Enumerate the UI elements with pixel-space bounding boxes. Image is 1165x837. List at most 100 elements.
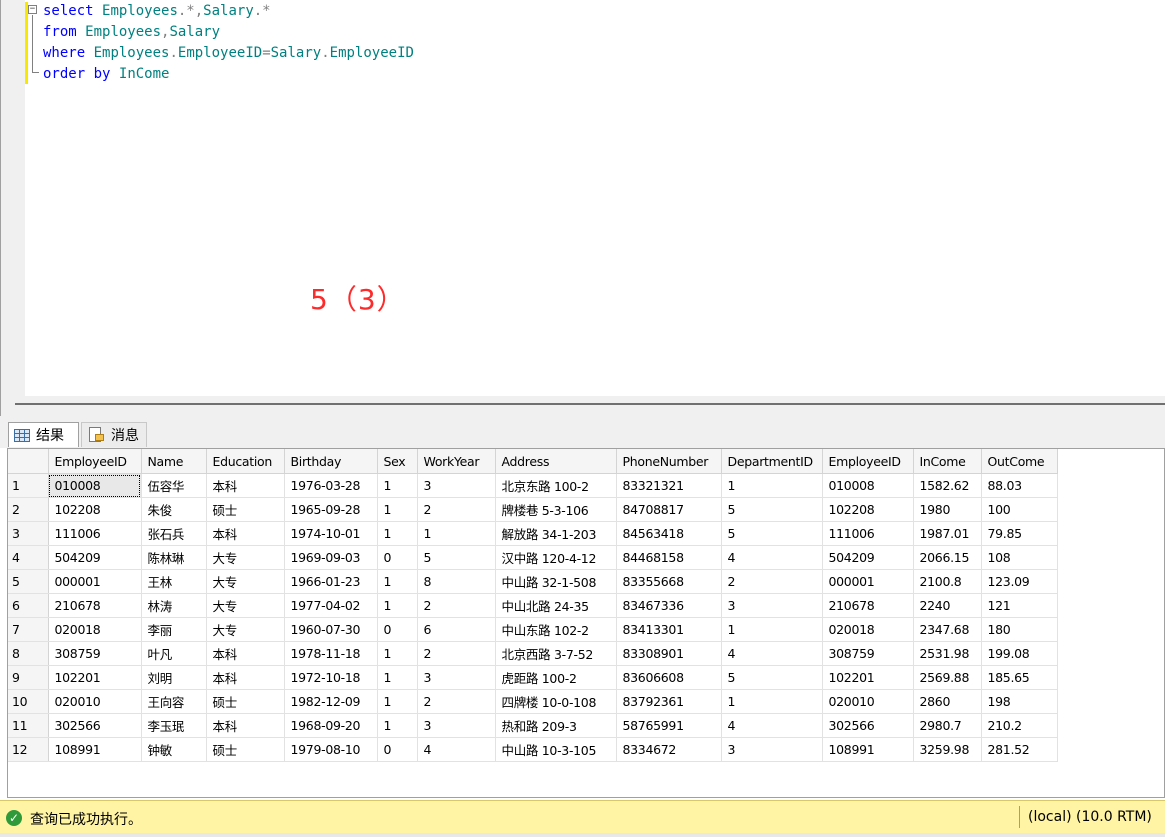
code-line[interactable]: from Employees,Salary [43, 22, 414, 43]
table-cell[interactable]: 308759 [822, 641, 914, 666]
table-row[interactable]: 3 111006 张石兵 本科 1974-10-01 1 1 解放路 34-1-203 8456… [8, 521, 1058, 546]
table-cell[interactable]: 牌楼巷 5-3-106 [495, 497, 617, 522]
table-cell[interactable]: 钟敏 [141, 737, 207, 762]
column-header[interactable]: PhoneNumber [616, 449, 722, 474]
table-cell[interactable]: 1 [377, 473, 418, 498]
table-cell[interactable]: 302566 [822, 713, 914, 738]
table-cell[interactable]: 84468158 [616, 545, 722, 570]
table-cell[interactable]: 111006 [822, 521, 914, 546]
table-cell[interactable]: 虎距路 100-2 [495, 665, 617, 690]
row-number[interactable]: 9 [8, 665, 49, 690]
table-cell[interactable]: 2569.88 [913, 665, 982, 690]
table-cell[interactable]: 1 [721, 473, 823, 498]
column-header[interactable]: OutCome [981, 449, 1058, 474]
table-cell[interactable]: 5 [721, 521, 823, 546]
table-cell[interactable]: 林涛 [141, 593, 207, 618]
query-editor[interactable]: − select Employees.*,Salary.* from Employ… [0, 0, 1165, 404]
table-cell[interactable]: 1972-10-18 [284, 665, 378, 690]
table-cell[interactable]: 李丽 [141, 617, 207, 642]
code-line[interactable]: select Employees.*,Salary.* [43, 1, 414, 22]
table-cell[interactable]: 3 [417, 473, 496, 498]
row-number[interactable]: 11 [8, 713, 49, 738]
table-cell[interactable]: 汉中路 120-4-12 [495, 545, 617, 570]
table-row[interactable]: 10 020010 王向容 硕士 1982-12-09 1 2 四牌楼 10-0-108 837… [8, 689, 1058, 714]
table-cell[interactable]: 83355668 [616, 569, 722, 594]
table-cell[interactable]: 中山北路 24-35 [495, 593, 617, 618]
table-cell[interactable]: 1969-09-03 [284, 545, 378, 570]
table-cell[interactable]: 2980.7 [913, 713, 982, 738]
column-header[interactable]: Name [141, 449, 207, 474]
tab-results[interactable]: 结果 [8, 422, 79, 447]
table-row[interactable]: 7 020018 李丽 大专 1960-07-30 0 6 中山东路 102-2 8341330… [8, 617, 1058, 642]
table-cell[interactable]: 185.65 [981, 665, 1058, 690]
table-cell[interactable]: 4 [721, 545, 823, 570]
table-cell[interactable]: 102201 [48, 665, 142, 690]
table-cell[interactable]: 1966-01-23 [284, 569, 378, 594]
row-number[interactable]: 1 [8, 473, 49, 498]
table-cell[interactable]: 0 [377, 617, 418, 642]
table-cell[interactable]: 1 [377, 641, 418, 666]
table-cell[interactable]: 1978-11-18 [284, 641, 378, 666]
table-cell[interactable]: 本科 [206, 713, 285, 738]
row-number[interactable]: 6 [8, 593, 49, 618]
table-cell[interactable]: 张石兵 [141, 521, 207, 546]
table-cell[interactable]: 79.85 [981, 521, 1058, 546]
row-number[interactable]: 10 [8, 689, 49, 714]
table-cell[interactable]: 83606608 [616, 665, 722, 690]
table-cell[interactable]: 中山路 10-3-105 [495, 737, 617, 762]
table-row[interactable]: 11 302566 李玉珉 本科 1968-09-20 1 3 热和路 209-3 587659… [8, 713, 1058, 738]
table-cell[interactable]: 1 [377, 713, 418, 738]
table-cell[interactable]: 020010 [822, 689, 914, 714]
table-cell[interactable]: 5 [417, 545, 496, 570]
table-cell[interactable]: 硕士 [206, 497, 285, 522]
table-cell[interactable]: 四牌楼 10-0-108 [495, 689, 617, 714]
table-cell[interactable]: 2 [721, 569, 823, 594]
row-number[interactable]: 12 [8, 737, 49, 762]
table-cell[interactable]: 1 [721, 689, 823, 714]
table-row[interactable]: 1 010008 伍容华 本科 1976-03-28 1 3 北京东路 100-2 833213… [8, 473, 1058, 498]
table-row[interactable]: 2 102208 朱俊 硕士 1965-09-28 1 2 牌楼巷 5-3-106 847088… [8, 497, 1058, 522]
table-cell[interactable]: 陈林琳 [141, 545, 207, 570]
table-cell[interactable]: 281.52 [981, 737, 1058, 762]
table-cell[interactable]: 111006 [48, 521, 142, 546]
table-cell[interactable]: 1968-09-20 [284, 713, 378, 738]
table-cell[interactable]: 83792361 [616, 689, 722, 714]
table-cell[interactable]: 020018 [48, 617, 142, 642]
table-cell[interactable]: 北京东路 100-2 [495, 473, 617, 498]
column-header[interactable]: Sex [377, 449, 418, 474]
table-cell[interactable]: 硕士 [206, 689, 285, 714]
table-cell[interactable]: 1 [377, 593, 418, 618]
table-cell[interactable]: 2100.8 [913, 569, 982, 594]
table-cell[interactable]: 大专 [206, 593, 285, 618]
tab-messages[interactable]: 消息 [81, 422, 147, 447]
table-cell[interactable]: 108991 [822, 737, 914, 762]
table-cell[interactable]: 1582.62 [913, 473, 982, 498]
table-row[interactable]: 5 000001 王林 大专 1966-01-23 1 8 中山路 32-1-508 83355… [8, 569, 1058, 594]
table-cell[interactable]: 热和路 209-3 [495, 713, 617, 738]
table-cell[interactable]: 123.09 [981, 569, 1058, 594]
table-cell[interactable]: 4 [417, 737, 496, 762]
pane-splitter[interactable] [0, 396, 1165, 416]
table-cell[interactable]: 本科 [206, 473, 285, 498]
table-cell[interactable]: 210.2 [981, 713, 1058, 738]
table-cell[interactable]: 1 [377, 497, 418, 522]
table-cell[interactable]: 2860 [913, 689, 982, 714]
column-header[interactable]: EmployeeID [822, 449, 914, 474]
table-cell[interactable]: 010008 [822, 473, 914, 498]
table-cell[interactable]: 本科 [206, 641, 285, 666]
row-number[interactable]: 5 [8, 569, 49, 594]
column-header[interactable]: DepartmentID [721, 449, 823, 474]
table-cell[interactable]: 1987.01 [913, 521, 982, 546]
row-number[interactable]: 3 [8, 521, 49, 546]
column-header[interactable]: Birthday [284, 449, 378, 474]
table-cell[interactable]: 58765991 [616, 713, 722, 738]
table-cell[interactable]: 朱俊 [141, 497, 207, 522]
table-cell[interactable]: 84563418 [616, 521, 722, 546]
table-cell[interactable]: 3259.98 [913, 737, 982, 762]
table-cell[interactable]: 210678 [48, 593, 142, 618]
table-cell[interactable]: 210678 [822, 593, 914, 618]
table-cell[interactable]: 1 [377, 521, 418, 546]
row-number[interactable]: 2 [8, 497, 49, 522]
table-cell[interactable]: 大专 [206, 617, 285, 642]
table-cell[interactable]: 王林 [141, 569, 207, 594]
